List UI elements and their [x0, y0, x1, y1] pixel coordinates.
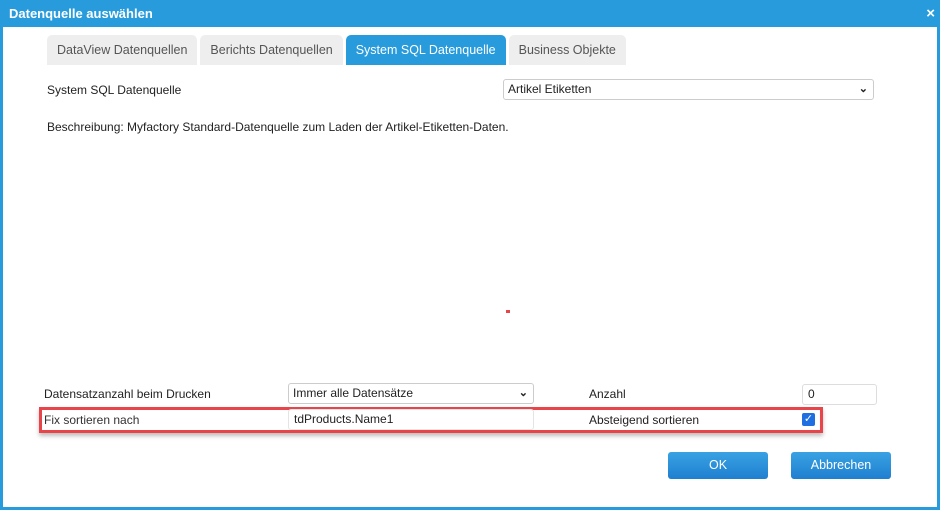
chevron-down-icon: ⌄: [858, 83, 868, 95]
print-count-value: Immer alle Datensätze: [293, 386, 414, 400]
tab-system-sql[interactable]: System SQL Datenquelle: [345, 35, 506, 65]
title-bar: Datenquelle auswählen ×: [3, 0, 940, 27]
count-label: Anzahl: [589, 387, 626, 401]
close-icon[interactable]: ×: [926, 0, 935, 27]
tab-dataview[interactable]: DataView Datenquellen: [47, 35, 198, 65]
marker-dot: [506, 310, 510, 313]
tab-business-objekte[interactable]: Business Objekte: [508, 35, 626, 65]
print-count-label: Datensatzanzahl beim Drucken: [44, 387, 211, 401]
tab-berichts[interactable]: Berichts Datenquellen: [200, 35, 343, 65]
descending-label: Absteigend sortieren: [589, 413, 700, 427]
sort-input[interactable]: tdProducts.Name1: [288, 409, 534, 430]
descending-checkbox[interactable]: ✓: [802, 413, 815, 426]
dialog-window: Datenquelle auswählen × DataView Datenque…: [0, 0, 940, 510]
print-count-select[interactable]: Immer alle Datensätze ⌄: [288, 383, 534, 404]
dialog-title: Datenquelle auswählen: [9, 6, 153, 21]
ok-button[interactable]: OK: [668, 452, 768, 479]
source-select[interactable]: Artikel Etiketten ⌄: [503, 79, 874, 100]
tab-bar: DataView Datenquellen Berichts Datenquel…: [47, 35, 626, 65]
source-label: System SQL Datenquelle: [47, 83, 182, 97]
source-value: Artikel Etiketten: [508, 82, 592, 96]
chevron-down-icon: ⌄: [518, 387, 528, 399]
sort-label: Fix sortieren nach: [44, 413, 140, 427]
cancel-button[interactable]: Abbrechen: [791, 452, 891, 479]
count-input[interactable]: 0: [802, 384, 877, 405]
description-text: Beschreibung: Myfactory Standard-Datenqu…: [47, 120, 509, 134]
